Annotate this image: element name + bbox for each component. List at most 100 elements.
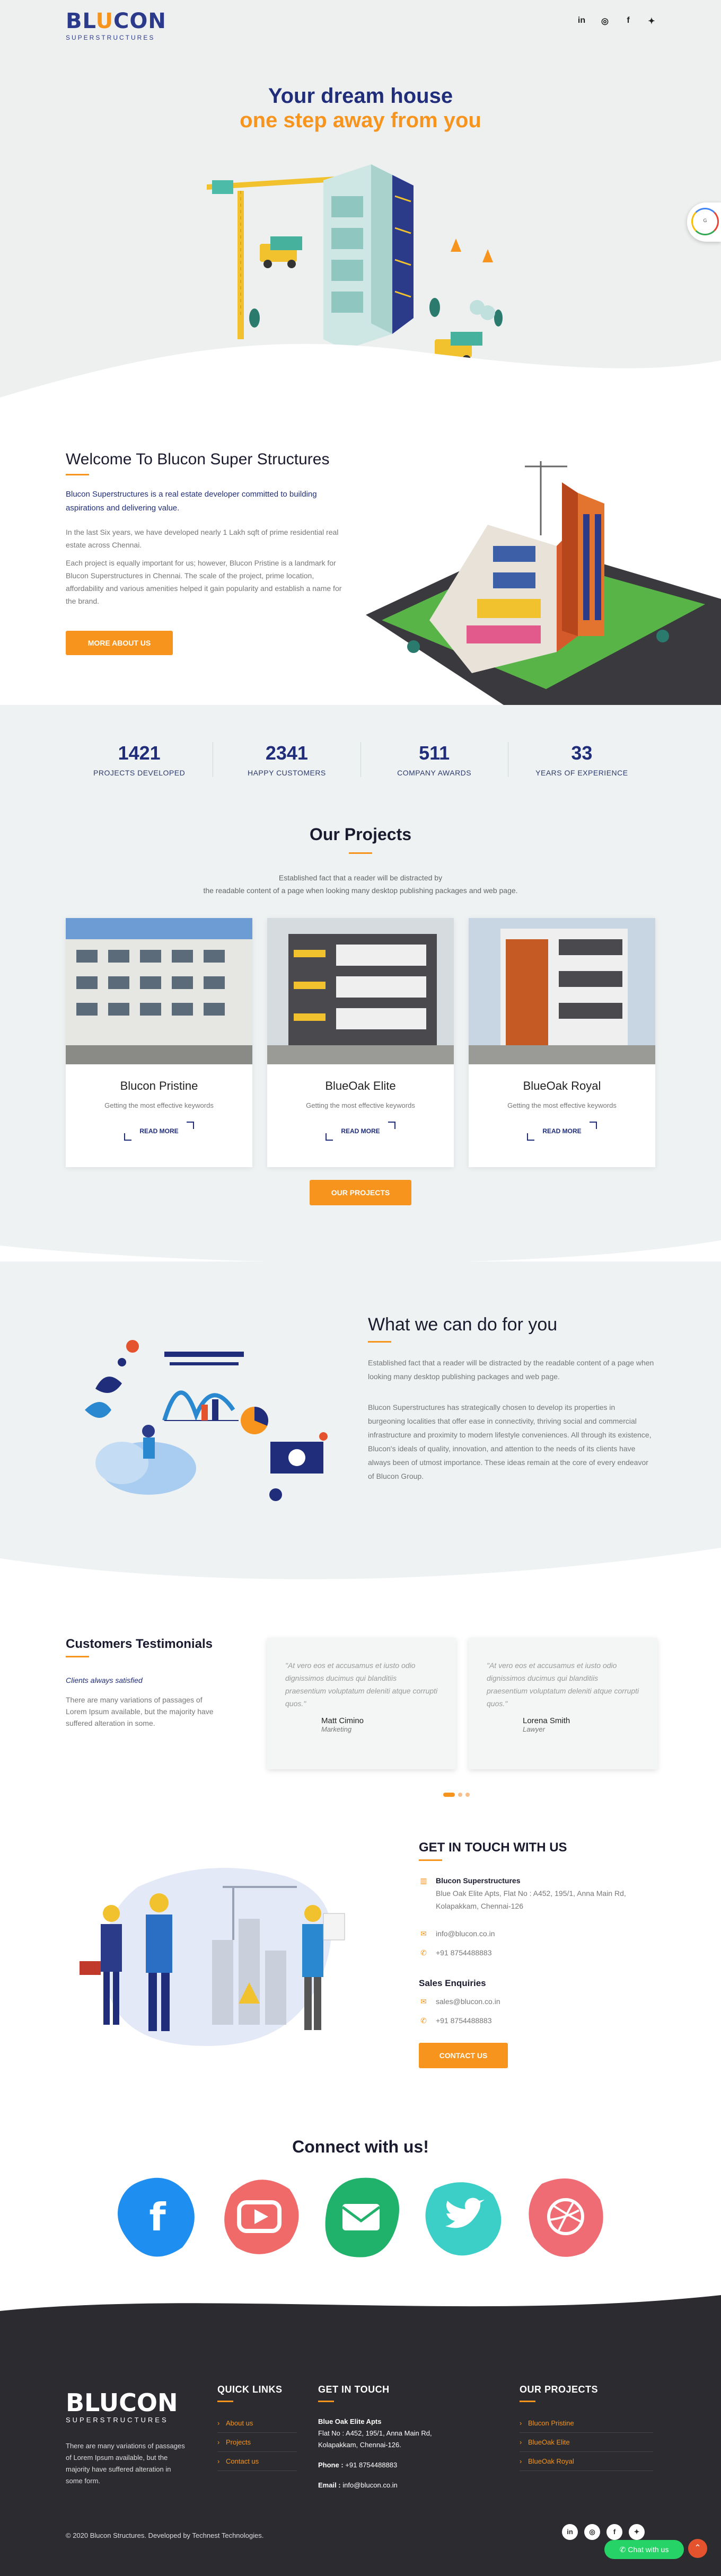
chat-with-us-button[interactable]: ✆ Chat with us xyxy=(604,2540,684,2559)
stat-label: HAPPY CUSTOMERS xyxy=(247,769,326,777)
title-underline xyxy=(217,2401,233,2402)
project-name: Blucon Pristine xyxy=(120,1079,198,1092)
stat-value: 2341 xyxy=(265,742,308,764)
read-more-link[interactable]: READ MORE xyxy=(527,1122,597,1141)
logo[interactable]: BLUCON SUPERSTRUCTURES xyxy=(66,10,166,41)
title-underline xyxy=(349,852,372,854)
carousel-dot-active[interactable] xyxy=(443,1793,455,1797)
building-icon: ▥ xyxy=(420,1876,427,1885)
footer-link-contact[interactable]: Contact us xyxy=(217,2452,297,2471)
contact-us-button[interactable]: CONTACT US xyxy=(419,2043,508,2068)
testimonials-text: There are many variations of passages of… xyxy=(66,1696,214,1727)
chevron-up-icon: ⌃ xyxy=(694,2544,701,2553)
dribbble-icon[interactable] xyxy=(521,2173,609,2261)
read-more-label: READ MORE xyxy=(542,1127,582,1135)
google-reviews-badge[interactable]: G xyxy=(687,202,721,242)
title-underline xyxy=(368,1341,391,1343)
twitter-icon[interactable] xyxy=(419,2173,507,2261)
footer-email[interactable]: info@blucon.co.in xyxy=(342,2481,398,2489)
instagram-icon[interactable]: ◎ xyxy=(584,2524,600,2540)
our-projects-title: OUR PROJECTS xyxy=(520,2384,599,2395)
project-card[interactable]: BlueOak Royal Getting the most effective… xyxy=(469,918,655,1167)
more-about-us-button[interactable]: MORE ABOUT US xyxy=(66,631,173,655)
testimonial-role: Marketing xyxy=(321,1725,352,1733)
project-image xyxy=(267,918,454,1064)
stat-item: 2341 HAPPY CUSTOMERS xyxy=(213,742,361,777)
welcome-paragraph-1: In the last Six years, we have developed… xyxy=(66,528,339,549)
sales-email[interactable]: sales@blucon.co.in xyxy=(436,1995,500,2008)
twitter-icon[interactable]: ✦ xyxy=(629,2524,645,2540)
contact-company-row: ▥ Blucon Superstructures Blue Oak Elite A… xyxy=(419,1874,658,1912)
carousel-dot[interactable] xyxy=(465,1793,470,1797)
stat-label: COMPANY AWARDS xyxy=(397,769,472,777)
corner-decoration xyxy=(187,1122,194,1129)
svg-text:f: f xyxy=(149,2195,166,2239)
facebook-icon[interactable]: f xyxy=(113,2173,201,2261)
what-paragraph-2: Blucon Superstructures has strategically… xyxy=(368,1403,652,1480)
footer-project-link[interactable]: Blucon Pristine xyxy=(520,2414,653,2433)
youtube-icon[interactable] xyxy=(215,2173,303,2261)
phone-icon: ✆ xyxy=(420,1948,427,1957)
read-more-link[interactable]: READ MORE xyxy=(326,1122,395,1141)
logo-text-end: CON xyxy=(119,2388,178,2417)
project-image xyxy=(469,918,655,1064)
linkedin-icon[interactable]: in xyxy=(576,16,587,27)
carousel-dots xyxy=(443,1793,470,1797)
our-projects-button[interactable]: OUR PROJECTS xyxy=(310,1180,411,1205)
read-more-link[interactable]: READ MORE xyxy=(124,1122,194,1141)
sales-phone-row[interactable]: ✆ +91 8754488883 xyxy=(419,2014,492,2027)
logo-text-highlight: U xyxy=(99,2388,119,2417)
read-more-label: READ MORE xyxy=(139,1127,179,1135)
title-underline xyxy=(318,2401,334,2402)
email-icon[interactable] xyxy=(317,2173,405,2261)
stat-value: 1421 xyxy=(118,742,161,764)
phone-icon: ✆ xyxy=(420,2016,427,2025)
stats-row: 1421 PROJECTS DEVELOPED 2341 HAPPY CUSTO… xyxy=(66,742,655,777)
linkedin-icon[interactable]: in xyxy=(562,2524,578,2540)
footer-phone[interactable]: +91 8754488883 xyxy=(345,2461,397,2469)
stat-value: 511 xyxy=(419,742,450,764)
corner-decoration xyxy=(527,1133,534,1141)
title-underline xyxy=(520,2401,535,2402)
footer-link-projects[interactable]: Projects xyxy=(217,2433,297,2452)
footer-project-link[interactable]: BlueOak Royal xyxy=(520,2452,653,2471)
stat-item: 33 YEARS OF EXPERIENCE xyxy=(508,742,655,777)
project-name: BlueOak Elite xyxy=(325,1079,396,1092)
footer-address: Flat No : A452, 195/1, Anna Main Rd, Kol… xyxy=(318,2429,432,2449)
sales-phone[interactable]: +91 8754488883 xyxy=(436,2014,492,2027)
stat-item: 1421 PROJECTS DEVELOPED xyxy=(66,742,214,777)
footer-project-link[interactable]: BlueOak Elite xyxy=(520,2433,653,2452)
welcome-title: Welcome To Blucon Super Structures xyxy=(66,451,330,468)
contact-phone-row[interactable]: ✆ +91 8754488883 xyxy=(419,1946,492,1959)
company-address: Blue Oak Elite Apts, Flat No : A452, 195… xyxy=(436,1889,626,1910)
footer-logo[interactable]: BLUCON SUPERSTRUCTURES xyxy=(66,2389,178,2424)
company-name: Blucon Superstructures xyxy=(436,1876,521,1885)
stat-value: 33 xyxy=(571,742,593,764)
instagram-icon[interactable]: ◎ xyxy=(599,16,611,27)
facebook-icon[interactable]: f xyxy=(606,2524,622,2540)
logo-text: BL xyxy=(66,9,96,33)
contact-title: GET IN TOUCH WITH US xyxy=(419,1840,567,1855)
testimonial-name: Matt Cimino xyxy=(321,1716,364,1725)
project-card[interactable]: BlueOak Elite Getting the most effective… xyxy=(267,918,454,1167)
testimonial-card: "At vero eos et accusamus et iusto odio … xyxy=(267,1638,456,1769)
facebook-icon[interactable]: f xyxy=(622,16,634,27)
contact-email-row[interactable]: ✉ info@blucon.co.in xyxy=(419,1927,495,1940)
twitter-icon[interactable]: ✦ xyxy=(646,16,657,27)
read-more-label: READ MORE xyxy=(341,1127,380,1135)
whatsapp-icon: ✆ xyxy=(619,2545,628,2554)
title-underline xyxy=(419,1859,442,1861)
contact-email[interactable]: info@blucon.co.in xyxy=(436,1927,495,1940)
project-desc: Getting the most effective keywords xyxy=(507,1101,617,1109)
footer-get-in-touch: GET IN TOUCH Blue Oak Elite Apts Flat No… xyxy=(318,2384,456,2491)
scroll-to-top-button[interactable]: ⌃ xyxy=(688,2539,707,2558)
project-name: BlueOak Royal xyxy=(523,1079,601,1092)
footer-link-about[interactable]: About us xyxy=(217,2414,297,2433)
what-paragraph-1: Established fact that a reader will be d… xyxy=(368,1358,654,1381)
header-social: in ◎ f ✦ xyxy=(576,16,657,27)
projects-description: Established fact that a reader will be d… xyxy=(0,871,721,897)
sales-email-row[interactable]: ✉ sales@blucon.co.in xyxy=(419,1995,500,2008)
project-card[interactable]: Blucon Pristine Getting the most effecti… xyxy=(66,918,252,1167)
carousel-dot[interactable] xyxy=(458,1793,462,1797)
contact-phone[interactable]: +91 8754488883 xyxy=(436,1946,492,1959)
